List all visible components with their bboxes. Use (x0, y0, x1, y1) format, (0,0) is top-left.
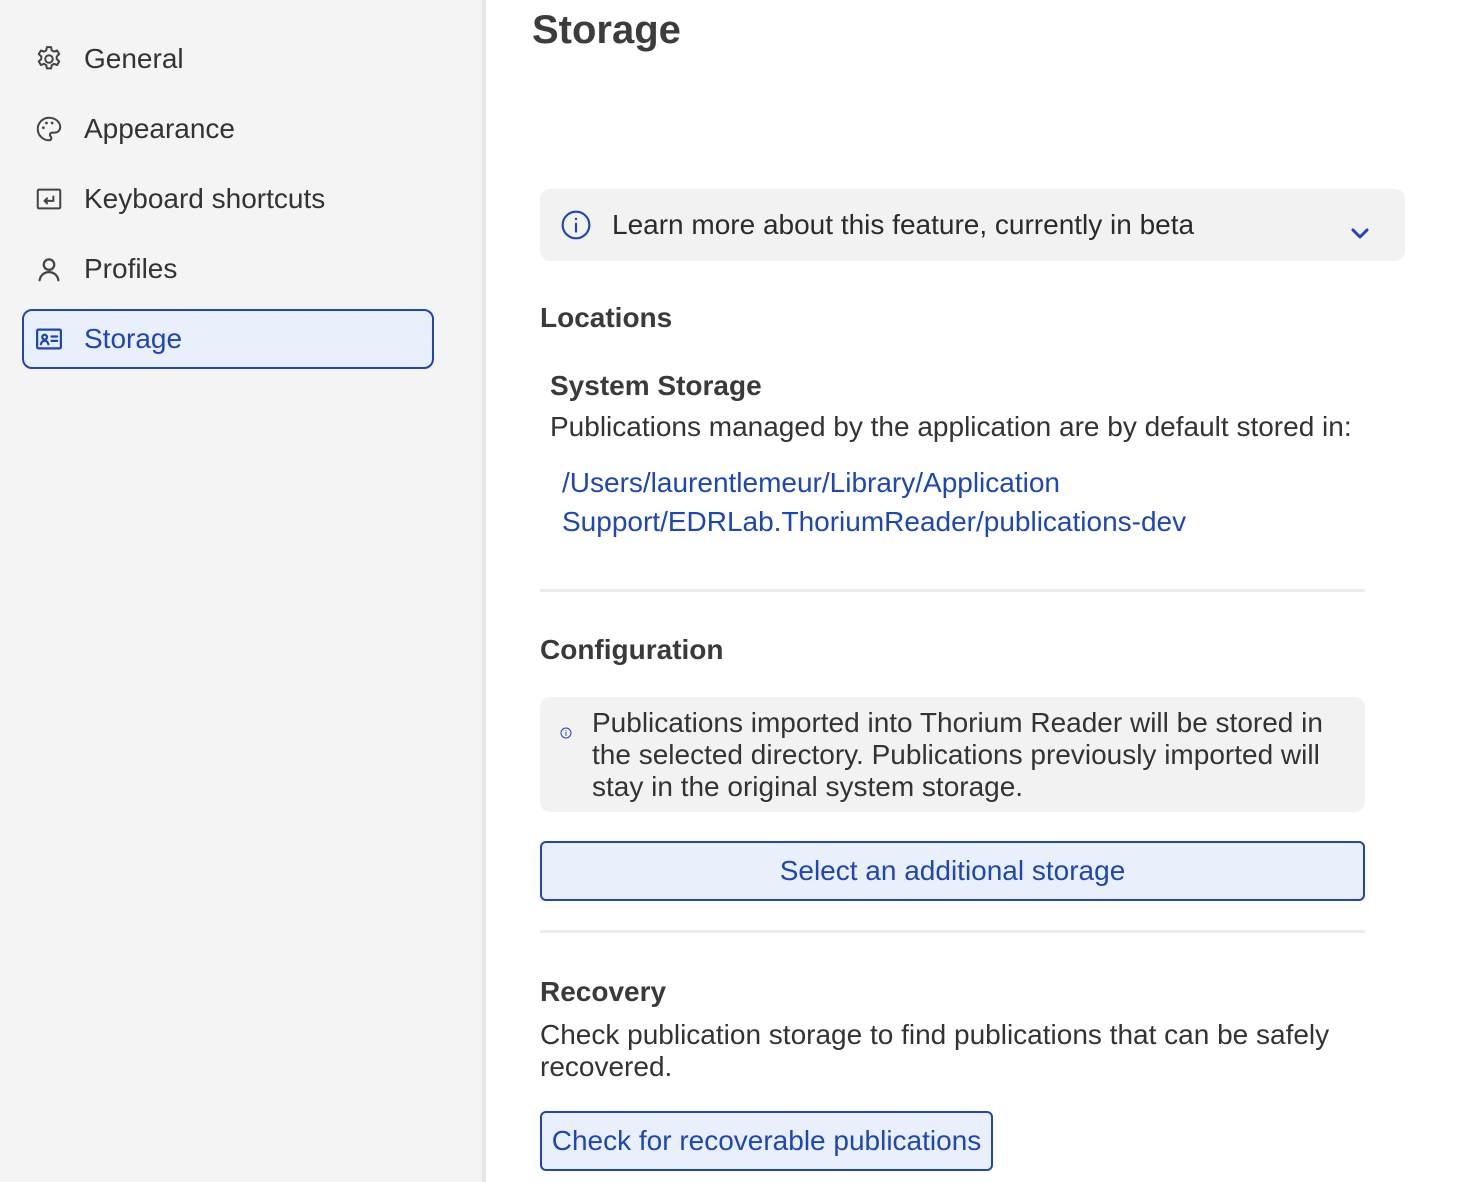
settings-sidebar: General Appearance Keyboard shortcuts Pr… (0, 0, 486, 1182)
beta-info-disclosure[interactable]: Learn more about this feature, currently… (540, 189, 1405, 261)
path-line-2: Support/EDRLab.ThoriumReader/publication… (562, 506, 1187, 537)
configuration-heading: Configuration (540, 634, 724, 665)
storage-card-icon (34, 324, 64, 354)
section-divider (540, 930, 1365, 933)
info-icon (560, 727, 572, 739)
beta-notice-text: Learn more about this feature, currently… (612, 209, 1195, 240)
sidebar-item-label: Appearance (84, 113, 236, 144)
sidebar-item-label: Profiles (84, 253, 178, 284)
path-line-1: /Users/laurentlemeur/Library/Application (562, 467, 1060, 498)
sidebar-item-storage[interactable]: Storage (22, 309, 434, 369)
sidebar-item-profiles[interactable]: Profiles (22, 239, 434, 299)
configuration-notice-text: Publications imported into Thorium Reade… (592, 707, 1323, 802)
system-storage-path-link[interactable]: /Users/laurentlemeur/Library/Application… (562, 463, 1262, 541)
recovery-heading: Recovery (540, 976, 667, 1007)
keyboard-icon (34, 184, 64, 214)
recovery-description: Check publication storage to find public… (540, 1019, 1330, 1082)
sidebar-item-appearance[interactable]: Appearance (22, 99, 434, 159)
section-divider (540, 589, 1365, 592)
configuration-notice: Publications imported into Thorium Reade… (540, 697, 1365, 812)
page-title: Storage (532, 8, 681, 52)
gear-icon (34, 44, 64, 74)
palette-icon (34, 114, 64, 144)
sidebar-item-label: General (84, 43, 184, 74)
select-additional-storage-button[interactable]: Select an additional storage (540, 841, 1365, 901)
settings-window: General Appearance Keyboard shortcuts Pr… (0, 0, 1458, 1182)
sidebar-item-keyboard-shortcuts[interactable]: Keyboard shortcuts (22, 169, 434, 229)
sidebar-item-label: Keyboard shortcuts (84, 183, 326, 214)
chevron-down-icon[interactable] (1349, 225, 1371, 241)
user-icon (34, 254, 64, 284)
check-recoverable-publications-button[interactable]: Check for recoverable publications (540, 1111, 993, 1171)
locations-heading: Locations (540, 302, 673, 333)
storage-settings-panel: Storage Learn more about this feature, c… (490, 0, 1458, 1182)
sidebar-item-general[interactable]: General (22, 29, 434, 89)
info-icon (560, 209, 592, 241)
system-storage-heading: System Storage (550, 370, 762, 401)
system-storage-description: Publications managed by the application … (550, 411, 1352, 442)
sidebar-item-label: Storage (84, 323, 183, 354)
